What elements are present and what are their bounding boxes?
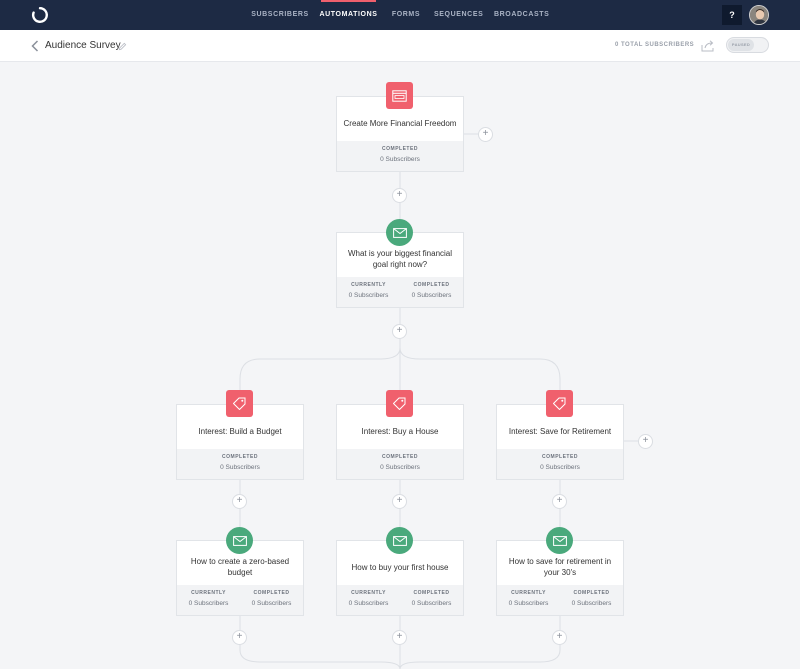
node-title: Interest: Save for Retirement xyxy=(508,426,612,436)
stat-label: COMPLETED xyxy=(542,454,578,460)
node-stats: COMPLETED 0 Subscribers xyxy=(337,449,463,479)
automation-header: Audience Survey 0 TOTAL SUBSCRIBERS xyxy=(0,30,800,62)
nav-item-broadcasts[interactable]: BROADCASTS xyxy=(494,0,549,30)
automation-canvas: Create More Financial Freedom COMPLETED … xyxy=(0,62,800,669)
stat-value: 0 Subscribers xyxy=(380,156,420,163)
stat-label: CURRENTLY xyxy=(351,590,386,596)
envelope-icon xyxy=(226,527,253,554)
stat-label: COMPLETED xyxy=(413,590,450,596)
page-title: Audience Survey xyxy=(45,40,121,51)
stat-completed: COMPLETED 0 Subscribers xyxy=(177,449,303,479)
stat-value: 0 Subscribers xyxy=(411,292,452,299)
nav-item-subscribers[interactable]: SUBSCRIBERS xyxy=(250,0,310,30)
stat-value: 0 Subscribers xyxy=(380,464,420,471)
stat-value: 0 Subscribers xyxy=(571,600,612,607)
share-icon[interactable] xyxy=(700,39,716,53)
add-step-button[interactable]: + xyxy=(392,630,407,645)
merge-connector-left xyxy=(239,645,401,669)
branch-connector-left xyxy=(239,339,401,392)
stat-value: 0 Subscribers xyxy=(348,292,389,299)
automation-status-toggle[interactable]: PAUSED xyxy=(726,37,769,53)
nav-item-forms[interactable]: FORMS xyxy=(390,0,422,30)
stat-currently: CURRENTLY 0 Subscribers xyxy=(337,277,400,307)
stat-label: CURRENTLY xyxy=(511,590,546,596)
add-step-button[interactable]: + xyxy=(392,494,407,509)
nav-item-sequences[interactable]: SEQUENCES xyxy=(434,0,483,30)
stat-completed: COMPLETED 0 Subscribers xyxy=(497,449,623,479)
branch-connector-right xyxy=(399,347,561,392)
avatar-image xyxy=(750,6,768,24)
stat-value: 0 Subscribers xyxy=(411,600,452,607)
node-title: Interest: Buy a House xyxy=(361,426,439,436)
help-button[interactable]: ? xyxy=(722,5,742,25)
node-stats: COMPLETED 0 Subscribers xyxy=(177,449,303,479)
merge-connector-right xyxy=(399,645,561,669)
convertkit-logo-icon[interactable] xyxy=(31,6,49,24)
tag-icon xyxy=(546,390,573,417)
add-step-button[interactable]: + xyxy=(478,127,493,142)
envelope-icon xyxy=(546,527,573,554)
envelope-icon xyxy=(386,527,413,554)
node-title: How to save for retirement in your 30's xyxy=(508,557,612,577)
stat-value: 0 Subscribers xyxy=(220,464,260,471)
node-title: How to create a zero-based budget xyxy=(190,557,290,577)
stat-value: 0 Subscribers xyxy=(348,600,389,607)
stat-completed: COMPLETED 0 Subscribers xyxy=(240,585,303,615)
toggle-label: PAUSED xyxy=(728,39,754,51)
add-step-button[interactable]: + xyxy=(232,630,247,645)
node-title: Create More Financial Freedom xyxy=(343,118,457,128)
stat-completed: COMPLETED 0 Subscribers xyxy=(560,585,623,615)
add-step-button[interactable]: + xyxy=(552,494,567,509)
tag-icon xyxy=(386,390,413,417)
stat-value: 0 Subscribers xyxy=(508,600,549,607)
stat-label: CURRENTLY xyxy=(351,282,386,288)
node-title: What is your biggest financial goal righ… xyxy=(347,249,453,269)
node-stats: CURRENTLY 0 Subscribers COMPLETED 0 Subs… xyxy=(497,585,623,615)
stat-label: COMPLETED xyxy=(413,282,450,288)
stat-currently: CURRENTLY 0 Subscribers xyxy=(337,585,400,615)
form-icon xyxy=(386,82,413,109)
top-navigation-bar: SUBSCRIBERS AUTOMATIONS FORMS SEQUENCES … xyxy=(0,0,800,30)
node-stats: COMPLETED 0 Subscribers xyxy=(337,141,463,171)
total-subscribers-count: 0 TOTAL SUBSCRIBERS xyxy=(615,42,695,48)
stat-label: COMPLETED xyxy=(382,146,418,152)
stat-value: 0 Subscribers xyxy=(251,600,292,607)
envelope-icon xyxy=(386,219,413,246)
node-stats: COMPLETED 0 Subscribers xyxy=(497,449,623,479)
stat-label: COMPLETED xyxy=(573,590,610,596)
node-stats: CURRENTLY 0 Subscribers COMPLETED 0 Subs… xyxy=(337,277,463,307)
node-title: Interest: Build a Budget xyxy=(198,426,282,436)
node-stats: CURRENTLY 0 Subscribers COMPLETED 0 Subs… xyxy=(337,585,463,615)
stat-completed: COMPLETED 0 Subscribers xyxy=(337,141,463,171)
nav-item-automations[interactable]: AUTOMATIONS xyxy=(318,0,379,30)
stat-label: COMPLETED xyxy=(222,454,258,460)
node-title: How to buy your first house xyxy=(351,562,449,572)
stat-label: COMPLETED xyxy=(382,454,418,460)
add-step-button[interactable]: + xyxy=(392,188,407,203)
add-step-button[interactable]: + xyxy=(552,630,567,645)
stat-value: 0 Subscribers xyxy=(540,464,580,471)
back-arrow-icon[interactable] xyxy=(30,39,40,53)
node-stats: CURRENTLY 0 Subscribers COMPLETED 0 Subs… xyxy=(177,585,303,615)
stat-completed: COMPLETED 0 Subscribers xyxy=(400,585,463,615)
stat-value: 0 Subscribers xyxy=(188,600,229,607)
stat-currently: CURRENTLY 0 Subscribers xyxy=(177,585,240,615)
add-step-button[interactable]: + xyxy=(392,324,407,339)
user-avatar[interactable] xyxy=(749,5,769,25)
add-step-button[interactable]: + xyxy=(232,494,247,509)
stat-currently: CURRENTLY 0 Subscribers xyxy=(497,585,560,615)
edit-pencil-icon[interactable] xyxy=(118,42,127,51)
add-step-button[interactable]: + xyxy=(638,434,653,449)
stat-label: COMPLETED xyxy=(253,590,290,596)
stat-label: CURRENTLY xyxy=(191,590,226,596)
stat-completed: COMPLETED 0 Subscribers xyxy=(337,449,463,479)
stat-completed: COMPLETED 0 Subscribers xyxy=(400,277,463,307)
tag-icon xyxy=(226,390,253,417)
